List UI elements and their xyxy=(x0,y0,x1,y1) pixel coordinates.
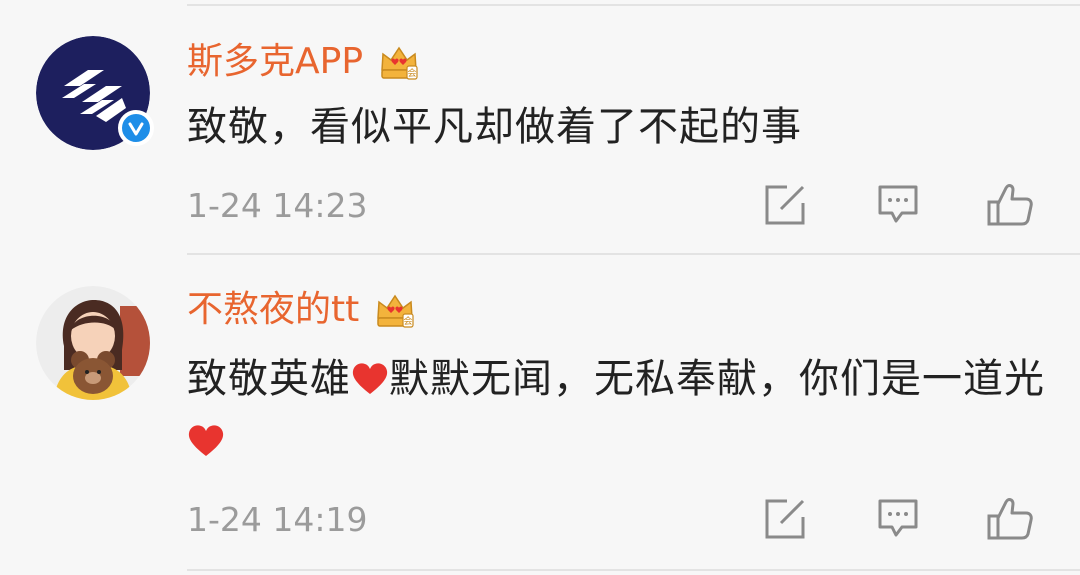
comment-item: 斯多克APP 会 致敬，看似平凡却做着了不起的事 1-24 14:23 xyxy=(0,0,1080,256)
comment-text: 致敬，看似平凡却做着了不起的事 xyxy=(187,104,802,150)
timestamp: 1-24 14:19 xyxy=(187,500,368,539)
comment-text-part: 致敬英雄 xyxy=(187,356,351,402)
comment-text: 致敬英雄 默默无闻，无私奉献，你们是一道光 xyxy=(187,348,1047,472)
heart-icon xyxy=(351,352,389,394)
like-icon[interactable] xyxy=(985,494,1035,544)
comment-list: 斯多克APP 会 致敬，看似平凡却做着了不起的事 1-24 14:23 不熬夜的… xyxy=(0,0,1080,575)
timestamp: 1-24 14:23 xyxy=(187,186,368,225)
girl-with-teddy-bear-icon xyxy=(36,286,150,400)
verified-badge-icon xyxy=(118,110,154,146)
share-icon[interactable] xyxy=(760,494,810,544)
username-row: 斯多克APP 会 xyxy=(187,40,421,84)
comment-actions xyxy=(760,180,1040,230)
avatar[interactable] xyxy=(36,286,150,400)
divider xyxy=(187,253,1080,255)
reply-icon[interactable] xyxy=(873,180,923,230)
divider xyxy=(187,569,1080,571)
username[interactable]: 斯多克APP xyxy=(187,42,363,82)
svg-text:会: 会 xyxy=(408,67,417,79)
crown-icon: 会 xyxy=(377,40,421,84)
share-icon[interactable] xyxy=(760,180,810,230)
comment-text-part: 默默无闻，无私奉献，你们是一道光 xyxy=(389,356,1045,402)
avatar[interactable] xyxy=(36,36,154,150)
username[interactable]: 不熬夜的tt xyxy=(187,290,359,330)
username-row: 不熬夜的tt 会 xyxy=(187,288,417,332)
comment-item: 不熬夜的tt 会 致敬英雄 默默无闻，无私奉献，你们是一道光 1-24 14:19 xyxy=(0,256,1080,575)
svg-text:会: 会 xyxy=(404,315,413,327)
crown-icon: 会 xyxy=(373,288,417,332)
heart-icon xyxy=(187,414,225,456)
like-icon[interactable] xyxy=(985,180,1035,230)
comment-actions xyxy=(760,494,1040,544)
reply-icon[interactable] xyxy=(873,494,923,544)
